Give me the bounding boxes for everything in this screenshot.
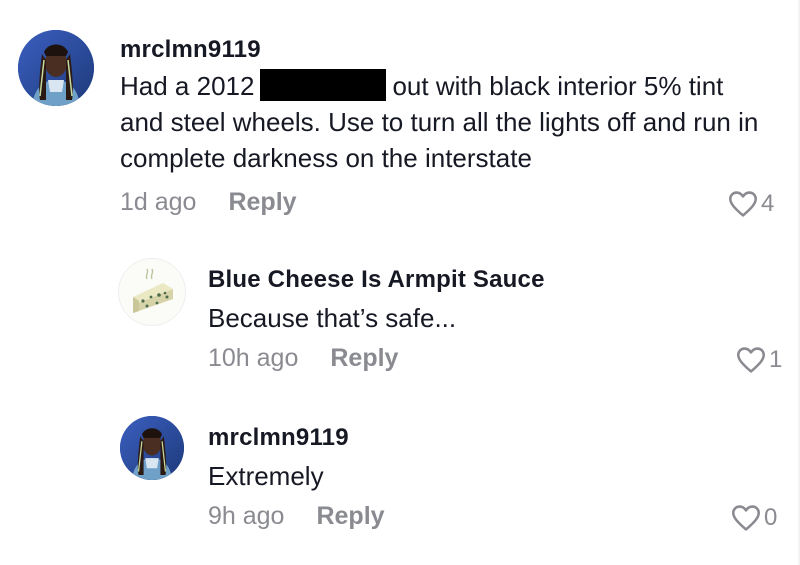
like-button[interactable]: 4 — [727, 190, 774, 218]
comment-meta: 9h ago Reply — [208, 502, 385, 531]
person-avatar-icon — [18, 30, 94, 106]
comment: mrclmn9119 Had a 2012 out with black inte… — [0, 0, 800, 230]
user-avatar[interactable] — [118, 258, 186, 326]
reply-comment: Blue Cheese Is Armpit Sauce Because that… — [0, 240, 800, 400]
person-avatar-icon — [120, 416, 184, 480]
reply-button[interactable]: Reply — [228, 188, 296, 216]
reply-button[interactable]: Reply — [330, 344, 398, 372]
reply-button[interactable]: Reply — [316, 502, 384, 530]
like-button[interactable]: 1 — [735, 346, 782, 374]
comment-text: Because that’s safe... — [208, 303, 457, 333]
like-button[interactable]: 0 — [730, 504, 777, 532]
like-count: 0 — [764, 504, 778, 531]
comment-meta: 10h ago Reply — [208, 344, 398, 373]
comment-time: 10h ago — [208, 344, 299, 372]
blue-cheese-avatar-icon — [119, 259, 185, 325]
like-count: 1 — [769, 346, 783, 373]
comment-time: 1d ago — [120, 188, 197, 216]
comment-text: Had a 2012 out with black interior 5% tin… — [120, 68, 760, 176]
user-avatar[interactable] — [120, 416, 184, 480]
comment-username[interactable]: mrclmn9119 — [208, 424, 349, 452]
like-count: 4 — [761, 190, 775, 217]
user-avatar[interactable] — [18, 30, 94, 106]
comment-text-before: Had a 2012 — [120, 71, 255, 101]
reply-comment: mrclmn9119 Extremely 9h ago Reply 0 — [0, 400, 800, 565]
comment-username[interactable]: Blue Cheese Is Armpit Sauce — [208, 266, 545, 294]
comment-username[interactable]: mrclmn9119 — [120, 36, 261, 64]
comment-meta: 1d ago Reply — [120, 188, 297, 217]
heart-icon — [732, 505, 760, 531]
comment-text: Extremely — [208, 461, 324, 491]
heart-icon — [737, 347, 765, 373]
comment-time: 9h ago — [208, 502, 285, 530]
heart-icon — [729, 191, 757, 217]
redaction-bar — [260, 69, 387, 101]
